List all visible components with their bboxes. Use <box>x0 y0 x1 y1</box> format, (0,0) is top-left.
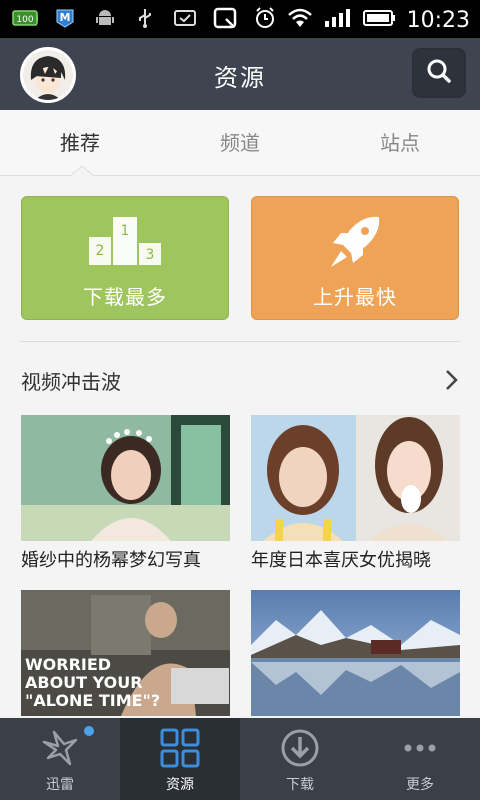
video-thumbnail-1[interactable] <box>21 415 230 541</box>
svg-text:M: M <box>60 11 71 24</box>
status-time: 10:23 <box>406 7 470 33</box>
battery-full-icon <box>362 8 397 32</box>
overlay-line-3: "ALONE TIME"? <box>25 691 160 710</box>
usb-icon <box>132 8 158 28</box>
q-app-icon <box>212 7 238 29</box>
video-caption-2[interactable]: 年度日本喜厌女优揭晓 <box>251 546 463 572</box>
search-button[interactable] <box>412 48 466 98</box>
grid-icon <box>160 728 200 768</box>
active-tab-indicator <box>70 165 94 177</box>
podium-icon: 1 2 3 <box>22 215 228 271</box>
download-icon <box>280 728 320 768</box>
fastest-rising-label: 上升最快 <box>313 285 397 309</box>
signal-icon <box>323 7 353 33</box>
svg-text:1: 1 <box>121 223 130 239</box>
more-icon <box>400 728 440 768</box>
video-thumbnail-2[interactable] <box>251 415 460 541</box>
nav-resources-label: 资源 <box>166 777 194 793</box>
most-downloaded-tile[interactable]: 1 2 3 下载最多 <box>21 196 229 320</box>
most-downloaded-label: 下载最多 <box>83 285 167 309</box>
rocket-icon <box>252 215 458 271</box>
nav-more[interactable]: 更多 <box>360 718 480 800</box>
overlay-line-2: ABOUT YOUR <box>25 673 143 692</box>
section-title[interactable]: 视频冲击波 <box>21 366 121 395</box>
app-header: 资源 <box>0 38 480 110</box>
page-title: 资源 <box>214 64 266 92</box>
notification-badge <box>84 726 94 736</box>
tab-sites[interactable]: 站点 <box>320 110 480 175</box>
svg-text:3: 3 <box>146 247 155 263</box>
nav-resources[interactable]: 资源 <box>120 718 240 800</box>
nav-more-label: 更多 <box>406 777 434 793</box>
alarm-icon <box>253 6 277 34</box>
overlay-line-1: WORRIED <box>25 655 111 674</box>
bottom-navigation: 迅雷 资源 下载 更多 <box>0 718 480 800</box>
search-icon <box>426 58 452 88</box>
tab-channels[interactable]: 频道 <box>160 110 320 175</box>
wifi-icon <box>287 7 313 33</box>
m-app-icon: M <box>52 8 78 28</box>
fastest-rising-tile[interactable]: 上升最快 <box>251 196 459 320</box>
nav-thunder[interactable]: 迅雷 <box>0 718 120 800</box>
section-divider <box>20 341 460 342</box>
nav-download[interactable]: 下载 <box>240 718 360 800</box>
video-thumbnail-4[interactable] <box>251 590 460 716</box>
video-caption-1[interactable]: 婚纱中的杨幂梦幻写真 <box>21 546 233 572</box>
video-thumbnail-3[interactable]: WORRIED ABOUT YOUR "ALONE TIME"? <box>21 590 230 716</box>
checkbox-icon <box>172 8 198 28</box>
battery-small-label: 100 <box>16 15 33 25</box>
android-icon <box>92 8 118 28</box>
status-bar: 100 M 10:23 <box>0 0 480 38</box>
svg-text:2: 2 <box>96 243 105 259</box>
battery-icon: 100 <box>12 8 38 28</box>
thunder-bird-icon <box>40 728 80 768</box>
nav-thunder-label: 迅雷 <box>46 777 74 793</box>
nav-download-label: 下载 <box>286 777 314 793</box>
chevron-right-icon[interactable] <box>442 368 462 392</box>
